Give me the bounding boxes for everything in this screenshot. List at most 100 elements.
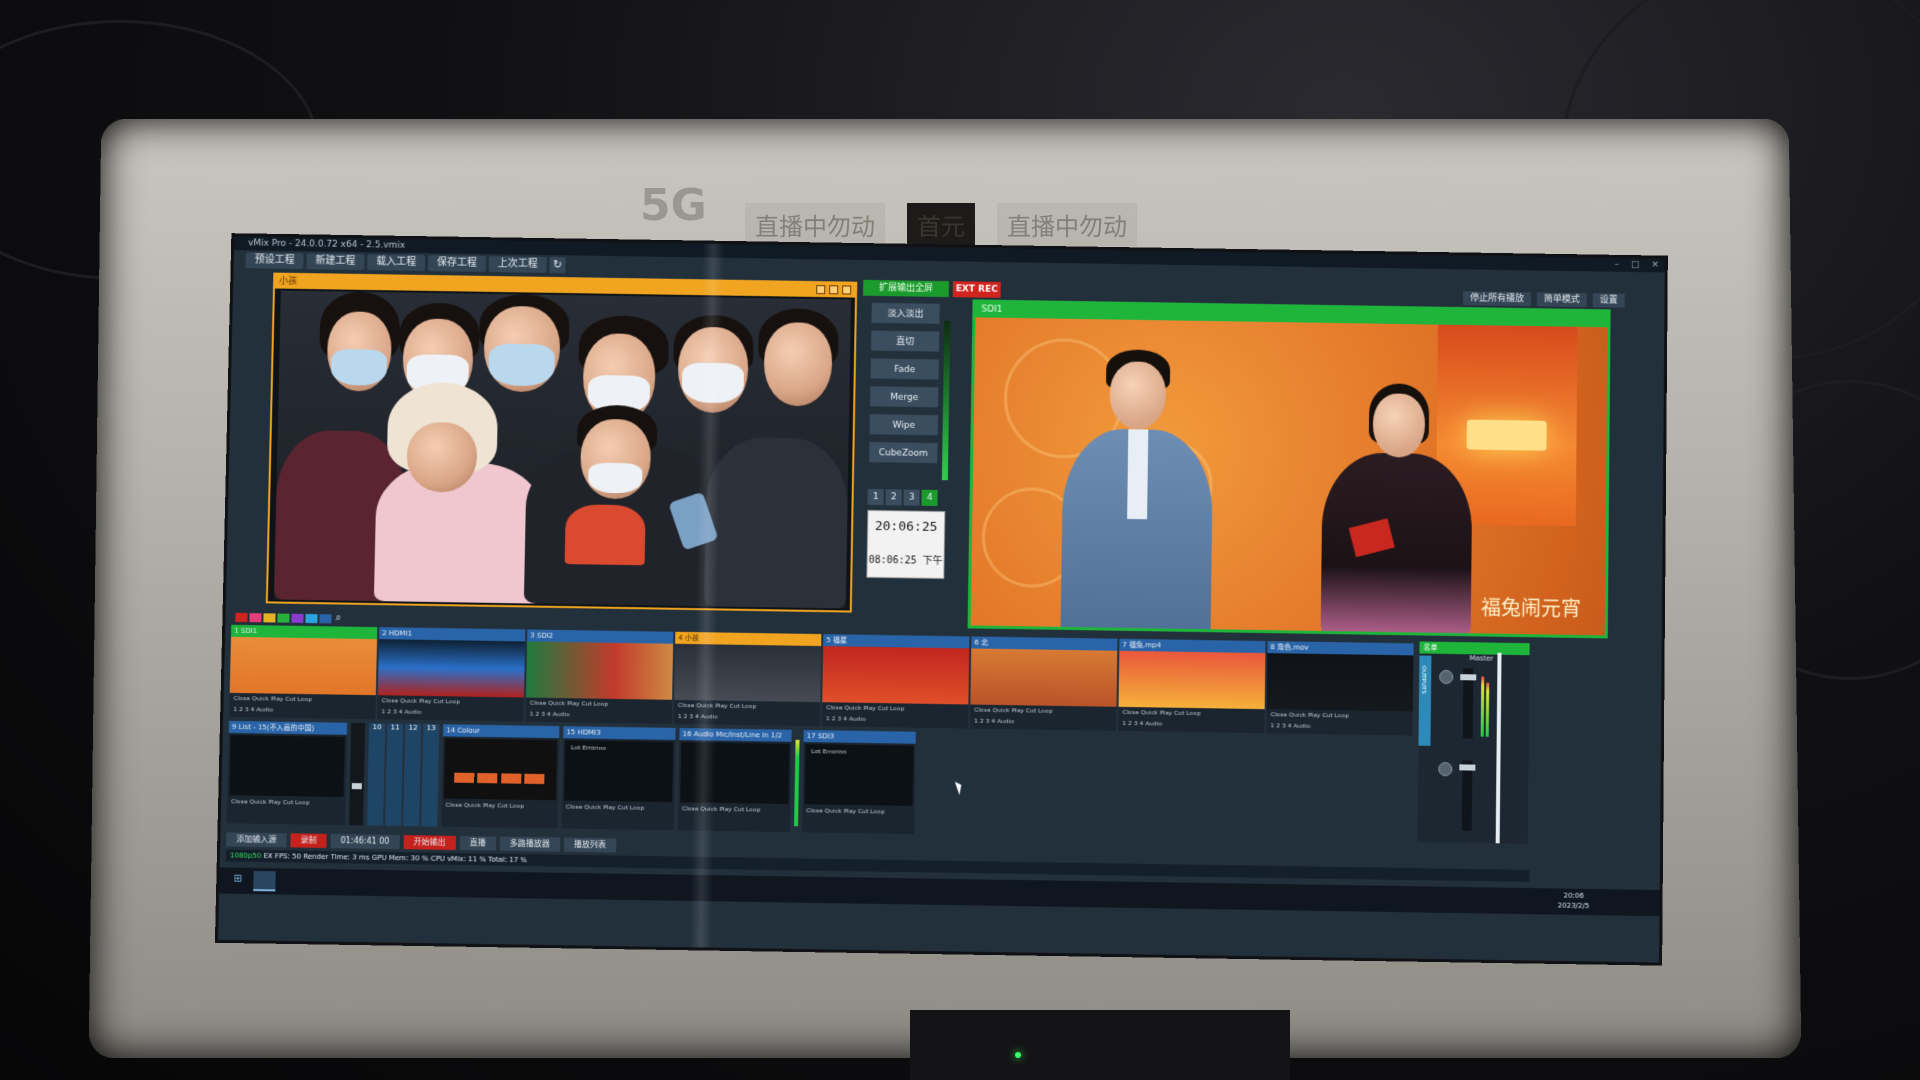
stream-button[interactable]: 直播 [459,836,495,851]
input-tile-colour[interactable]: 14 Colour Close Quick Play Cut Loop [441,724,559,828]
gain-knob[interactable] [1439,670,1453,684]
input-title: 16 Audio Mic/Inst/Line In 1/2 [679,728,791,742]
ext-output-fullscreen-button[interactable]: 扩展输出全屏 [863,280,949,297]
close-icon[interactable]: ✕ [1651,258,1659,272]
virtual-input-10[interactable]: 10 [367,723,385,826]
input-tile-audio-mic[interactable]: 16 Audio Mic/Inst/Line In 1/2 Close Quic… [678,728,792,832]
refresh-icon[interactable]: ↻ [549,257,565,273]
mixer-scrollbar[interactable] [1496,653,1502,844]
input-tile[interactable]: 5 福星 Close Quick Play Cut Loop 1 2 3 4 Aud… [822,634,970,728]
preview-panel[interactable]: 小孩 [266,273,857,613]
volume-slider-knob[interactable] [352,783,362,789]
minimize-icon[interactable]: – [1614,258,1619,272]
menu-save-project[interactable]: 保存工程 [428,255,486,272]
swatch-green[interactable] [277,614,289,623]
swatch-cyan[interactable] [305,614,317,623]
input-controls[interactable]: Close Quick Play Cut Loop [562,802,674,814]
input-audio-row[interactable]: 1 2 3 4 Audio [1266,721,1412,733]
volume-slider[interactable] [349,723,365,826]
input-tile-list[interactable]: 9 List - 15(不入画的中国) Close Quick Play Cut… [227,721,347,825]
t-bar-slider[interactable] [942,321,950,480]
input-audio-row[interactable]: 1 2 3 4 Audio [970,717,1116,729]
square-icon[interactable] [829,285,838,294]
menu-new-project[interactable]: 新建工程 [306,253,364,270]
maximize-icon[interactable]: □ [1631,258,1640,272]
input-controls[interactable]: Close Quick Play Cut Loop [678,804,790,816]
child-mask [588,463,642,494]
gear-icon[interactable] [842,285,851,294]
input-tile[interactable]: 6 北 Close Quick Play Cut Loop 1 2 3 4 Audi… [970,636,1117,730]
swatch-purple[interactable] [291,614,303,623]
clock-24h: 20:06:25 [868,519,944,535]
virtual-input-13[interactable]: 13 [421,724,439,827]
input-audio-row[interactable]: 1 2 3 4 Audio [822,714,968,726]
mixer-outputs-tab[interactable]: OUTPUTS [1418,655,1431,745]
channel-fader-knob[interactable] [1459,764,1475,770]
search-icon[interactable]: ⌕ [335,612,341,623]
input-controls[interactable]: Close Quick Play Cut Loop [441,801,557,813]
input-audio-row[interactable]: 1 2 3 4 Audio [674,712,820,724]
transition-number-2[interactable]: 2 [886,489,902,505]
input-tile[interactable]: 3 SDI2 Close Quick Play Cut Loop 1 2 3 4 A… [525,629,673,723]
input-audio-row[interactable]: 1 2 3 4 Audio [229,705,375,717]
input-tile-hdmi3[interactable]: 15 HDMI3 Lot Errorino Close Quick Play C… [561,726,675,830]
channel-fader[interactable] [1462,760,1473,830]
swatch-blue[interactable] [319,614,331,623]
settings-button[interactable]: 设置 [1593,293,1625,307]
stop-all-playback-button[interactable]: 停止所有播放 [1463,291,1531,306]
transition-number-3[interactable]: 3 [903,490,919,506]
input-tile[interactable]: 7 福兔.mp4 Close Quick Play Cut Loop 1 2 3 4… [1118,639,1265,733]
input-tile[interactable]: 4 小孩 Close Quick Play Cut Loop 1 2 3 4 Aud… [674,632,822,726]
master-fader-knob[interactable] [1460,674,1476,680]
vmix-taskbar-icon[interactable] [253,871,276,891]
square-icon[interactable] [816,285,825,294]
add-input-button[interactable]: 添加输入源 [226,832,286,847]
input-controls[interactable]: Close Quick Play Cut Loop [227,797,345,809]
start-output-button[interactable]: 开始输出 [403,835,455,850]
lantern-glow [1467,420,1547,451]
outputs-label: OUTPUTS [1420,666,1427,694]
swatch-pink[interactable] [249,613,261,622]
transition-fade-in-out-button[interactable]: 淡入淡出 [871,302,941,325]
program-output[interactable]: SDI1 福兔闹元宵 [968,299,1611,638]
bezel-sign: 首元 [907,203,975,246]
swatch-yellow[interactable] [263,613,275,622]
simple-mode-button[interactable]: 简单模式 [1537,292,1587,307]
multicorder-button[interactable]: 多路播放器 [499,837,559,852]
input-tile[interactable]: 2 HDMI1 Close Quick Play Cut Loop 1 2 3 4 … [377,627,525,721]
transition-merge-button[interactable]: Merge [869,385,939,408]
windows-start-icon[interactable]: ⊞ [233,874,245,886]
audio-meter [794,740,799,826]
playlist-button[interactable]: 播放列表 [564,838,616,853]
transition-fade-button[interactable]: Fade [870,357,940,380]
gain-knob[interactable] [1438,762,1452,776]
record-button[interactable]: 录制 [290,833,326,848]
virtual-input-12[interactable]: 12 [403,724,421,827]
menu-last-project[interactable]: 上次工程 [489,256,547,273]
input-audio-row[interactable]: 1 2 3 4 Audio [526,710,672,722]
crowd-coat [565,504,646,565]
input-audio-row[interactable]: 1 2 3 4 Audio [1118,719,1264,731]
input-title: 14 Colour [443,724,559,738]
transition-cut-button[interactable]: 直切 [870,330,940,353]
transition-wipe-button[interactable]: Wipe [869,413,939,436]
input-audio-row[interactable]: 1 2 3 4 Audio [377,707,523,719]
input-tile-sdi3[interactable]: 17 SDI3 Lot Errorino Close Quick Play Cu… [802,730,916,834]
transition-cubezoom-button[interactable]: CubeZoom [868,441,938,464]
menu-preset-project[interactable]: 预设工程 [246,252,304,269]
input-tile[interactable]: 8 角色.mov Close Quick Play Cut Loop 1 2 3 4… [1266,641,1413,735]
host-male-head [1109,361,1166,430]
swatch-red[interactable] [235,613,247,622]
input-controls[interactable]: Close Quick Play Cut Loop [802,806,914,818]
host-male-shirt [1127,429,1148,519]
colour-bars [454,773,544,784]
clock-12h: 08:06:25 下午 [868,551,944,567]
input-thumbnail [822,646,969,704]
input-tile[interactable]: 1 SDI1 Close Quick Play Cut Loop 1 2 3 4 A… [229,625,377,719]
virtual-input-11[interactable]: 11 [385,723,403,826]
transition-number-1[interactable]: 1 [868,489,884,505]
master-fader[interactable] [1463,668,1474,738]
menu-open-project[interactable]: 载入工程 [367,254,425,271]
taskbar-clock[interactable]: 20:06 2023/2/5 [1558,890,1590,911]
transition-number-4[interactable]: 4 [921,490,937,506]
